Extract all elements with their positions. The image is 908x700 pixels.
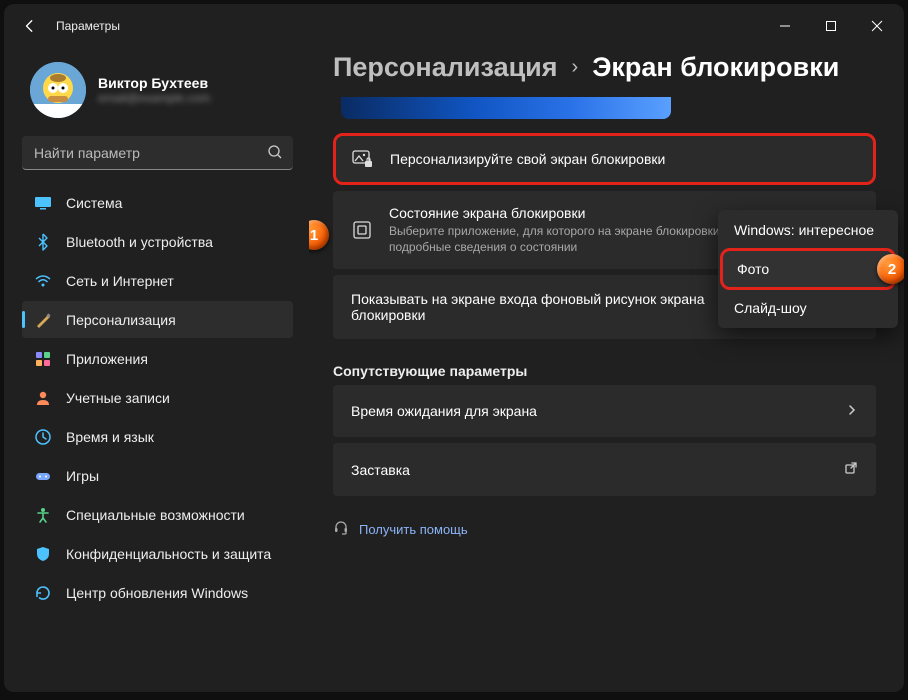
nav-time[interactable]: Время и язык (22, 418, 293, 455)
link-label: Заставка (351, 462, 410, 478)
user-email: email@example.com (98, 91, 210, 105)
annotation-badge-1: 1 (309, 220, 329, 250)
user-name: Виктор Бухтеев (98, 75, 210, 91)
dropdown-item-photo[interactable]: Фото 2 (720, 248, 896, 290)
update-icon (34, 584, 52, 602)
clock-icon (34, 428, 52, 446)
nav-bluetooth[interactable]: Bluetooth и устройства (22, 223, 293, 260)
nav-label: Время и язык (66, 429, 154, 445)
back-button[interactable] (16, 12, 44, 40)
nav-label: Система (66, 195, 122, 211)
minimize-button[interactable] (762, 10, 808, 42)
get-help-link[interactable]: Получить помощь (333, 520, 876, 539)
headset-icon (333, 520, 349, 539)
picture-lock-icon (352, 148, 374, 170)
wifi-icon (34, 272, 52, 290)
app-status-icon (351, 219, 373, 241)
nav-label: Bluetooth и устройства (66, 234, 213, 250)
screen-timeout-row[interactable]: Время ожидания для экрана (333, 385, 876, 437)
personalize-lockscreen-row[interactable]: Персонализируйте свой экран блокировки (333, 133, 876, 185)
dropdown-item-spotlight[interactable]: Windows: интересное (720, 212, 896, 248)
link-label: Время ожидания для экрана (351, 403, 537, 419)
chevron-right-icon: › (572, 56, 579, 79)
nav-label: Центр обновления Windows (66, 585, 248, 601)
nav-network[interactable]: Сеть и Интернет (22, 262, 293, 299)
nav-system[interactable]: Система (22, 184, 293, 221)
window-title: Параметры (56, 19, 120, 33)
nav: Система Bluetooth и устройства Сеть и Ин… (22, 184, 301, 611)
annotation-badge-2: 2 (877, 254, 904, 284)
card-title: Персонализируйте свой экран блокировки (390, 151, 857, 167)
nav-personalization[interactable]: Персонализация (22, 301, 293, 338)
search-input[interactable] (22, 136, 293, 170)
help-label: Получить помощь (359, 522, 468, 537)
lockscreen-source-dropdown: Windows: интересное Фото 2 Слайд-шоу (718, 210, 898, 328)
arrow-left-icon (23, 19, 37, 33)
monitor-icon (34, 194, 52, 212)
paintbrush-icon (34, 311, 52, 329)
screensaver-row[interactable]: Заставка (333, 443, 876, 496)
avatar (30, 62, 86, 118)
shield-icon (34, 545, 52, 563)
lockscreen-preview (341, 97, 671, 119)
external-link-icon (844, 461, 858, 478)
nav-label: Специальные возможности (66, 507, 245, 523)
nav-apps[interactable]: Приложения (22, 340, 293, 377)
nav-update[interactable]: Центр обновления Windows (22, 574, 293, 611)
minimize-icon (779, 20, 791, 32)
toggle-label: Показывать на экране входа фоновый рисун… (351, 291, 754, 323)
search-field[interactable] (22, 136, 293, 170)
nav-label: Сеть и Интернет (66, 273, 174, 289)
nav-privacy[interactable]: Конфиденциальность и защита (22, 535, 293, 572)
nav-label: Приложения (66, 351, 148, 367)
titlebar: Параметры (4, 4, 904, 48)
chevron-right-icon (846, 403, 858, 419)
close-button[interactable] (854, 10, 900, 42)
search-icon (267, 144, 283, 165)
bluetooth-icon (34, 233, 52, 251)
breadcrumb: Персонализация › Экран блокировки (333, 52, 876, 83)
settings-window: Параметры Виктор Бухтеев email@example.c… (4, 4, 904, 692)
dropdown-item-label: Фото (737, 261, 769, 277)
apps-icon (34, 350, 52, 368)
nav-label: Конфиденциальность и защита (66, 546, 271, 562)
maximize-icon (825, 20, 837, 32)
accessibility-icon (34, 506, 52, 524)
nav-gaming[interactable]: Игры (22, 457, 293, 494)
user-block[interactable]: Виктор Бухтеев email@example.com (22, 56, 301, 132)
accounts-icon (34, 389, 52, 407)
main-content: Персонализация › Экран блокировки 1 Перс… (309, 48, 904, 692)
nav-label: Учетные записи (66, 390, 170, 406)
nav-accounts[interactable]: Учетные записи (22, 379, 293, 416)
nav-accessibility[interactable]: Специальные возможности (22, 496, 293, 533)
breadcrumb-parent[interactable]: Персонализация (333, 52, 558, 83)
nav-label: Игры (66, 468, 99, 484)
nav-label: Персонализация (66, 312, 176, 328)
maximize-button[interactable] (808, 10, 854, 42)
related-settings-heading: Сопутствующие параметры (333, 363, 876, 379)
sidebar: Виктор Бухтеев email@example.com Система… (4, 48, 309, 692)
breadcrumb-current: Экран блокировки (592, 52, 839, 83)
gamepad-icon (34, 467, 52, 485)
dropdown-item-slideshow[interactable]: Слайд-шоу (720, 290, 896, 326)
close-icon (871, 20, 883, 32)
